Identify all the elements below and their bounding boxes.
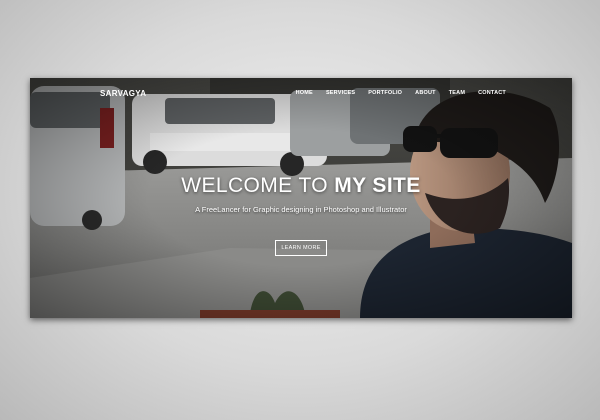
nav-services[interactable]: SERVICES: [326, 90, 355, 96]
nav-portfolio[interactable]: PORTFOLIO: [368, 90, 402, 96]
nav-contact[interactable]: CONTACT: [478, 90, 506, 96]
site-navbar: SARVAGYA HOME SERVICES PORTFOLIO ABOUT T…: [30, 78, 572, 110]
hero-section: WELCOME TO MY SITE A FreeLancer for Grap…: [30, 174, 572, 214]
nav-team[interactable]: TEAM: [449, 90, 465, 96]
website-mockup: SARVAGYA HOME SERVICES PORTFOLIO ABOUT T…: [30, 78, 572, 318]
learn-more-button[interactable]: LEARN MORE: [275, 240, 327, 256]
nav-about[interactable]: ABOUT: [415, 90, 436, 96]
hero-title-emphasis: MY SITE: [334, 174, 421, 197]
nav-menu: HOME SERVICES PORTFOLIO ABOUT TEAM CONTA…: [296, 90, 506, 96]
hero-title: WELCOME TO MY SITE: [30, 174, 572, 198]
hero-subtitle: A FreeLancer for Graphic designing in Ph…: [195, 205, 407, 214]
hero-title-prefix: WELCOME TO: [181, 174, 335, 197]
nav-home[interactable]: HOME: [296, 90, 313, 96]
site-logo[interactable]: SARVAGYA: [100, 89, 146, 98]
